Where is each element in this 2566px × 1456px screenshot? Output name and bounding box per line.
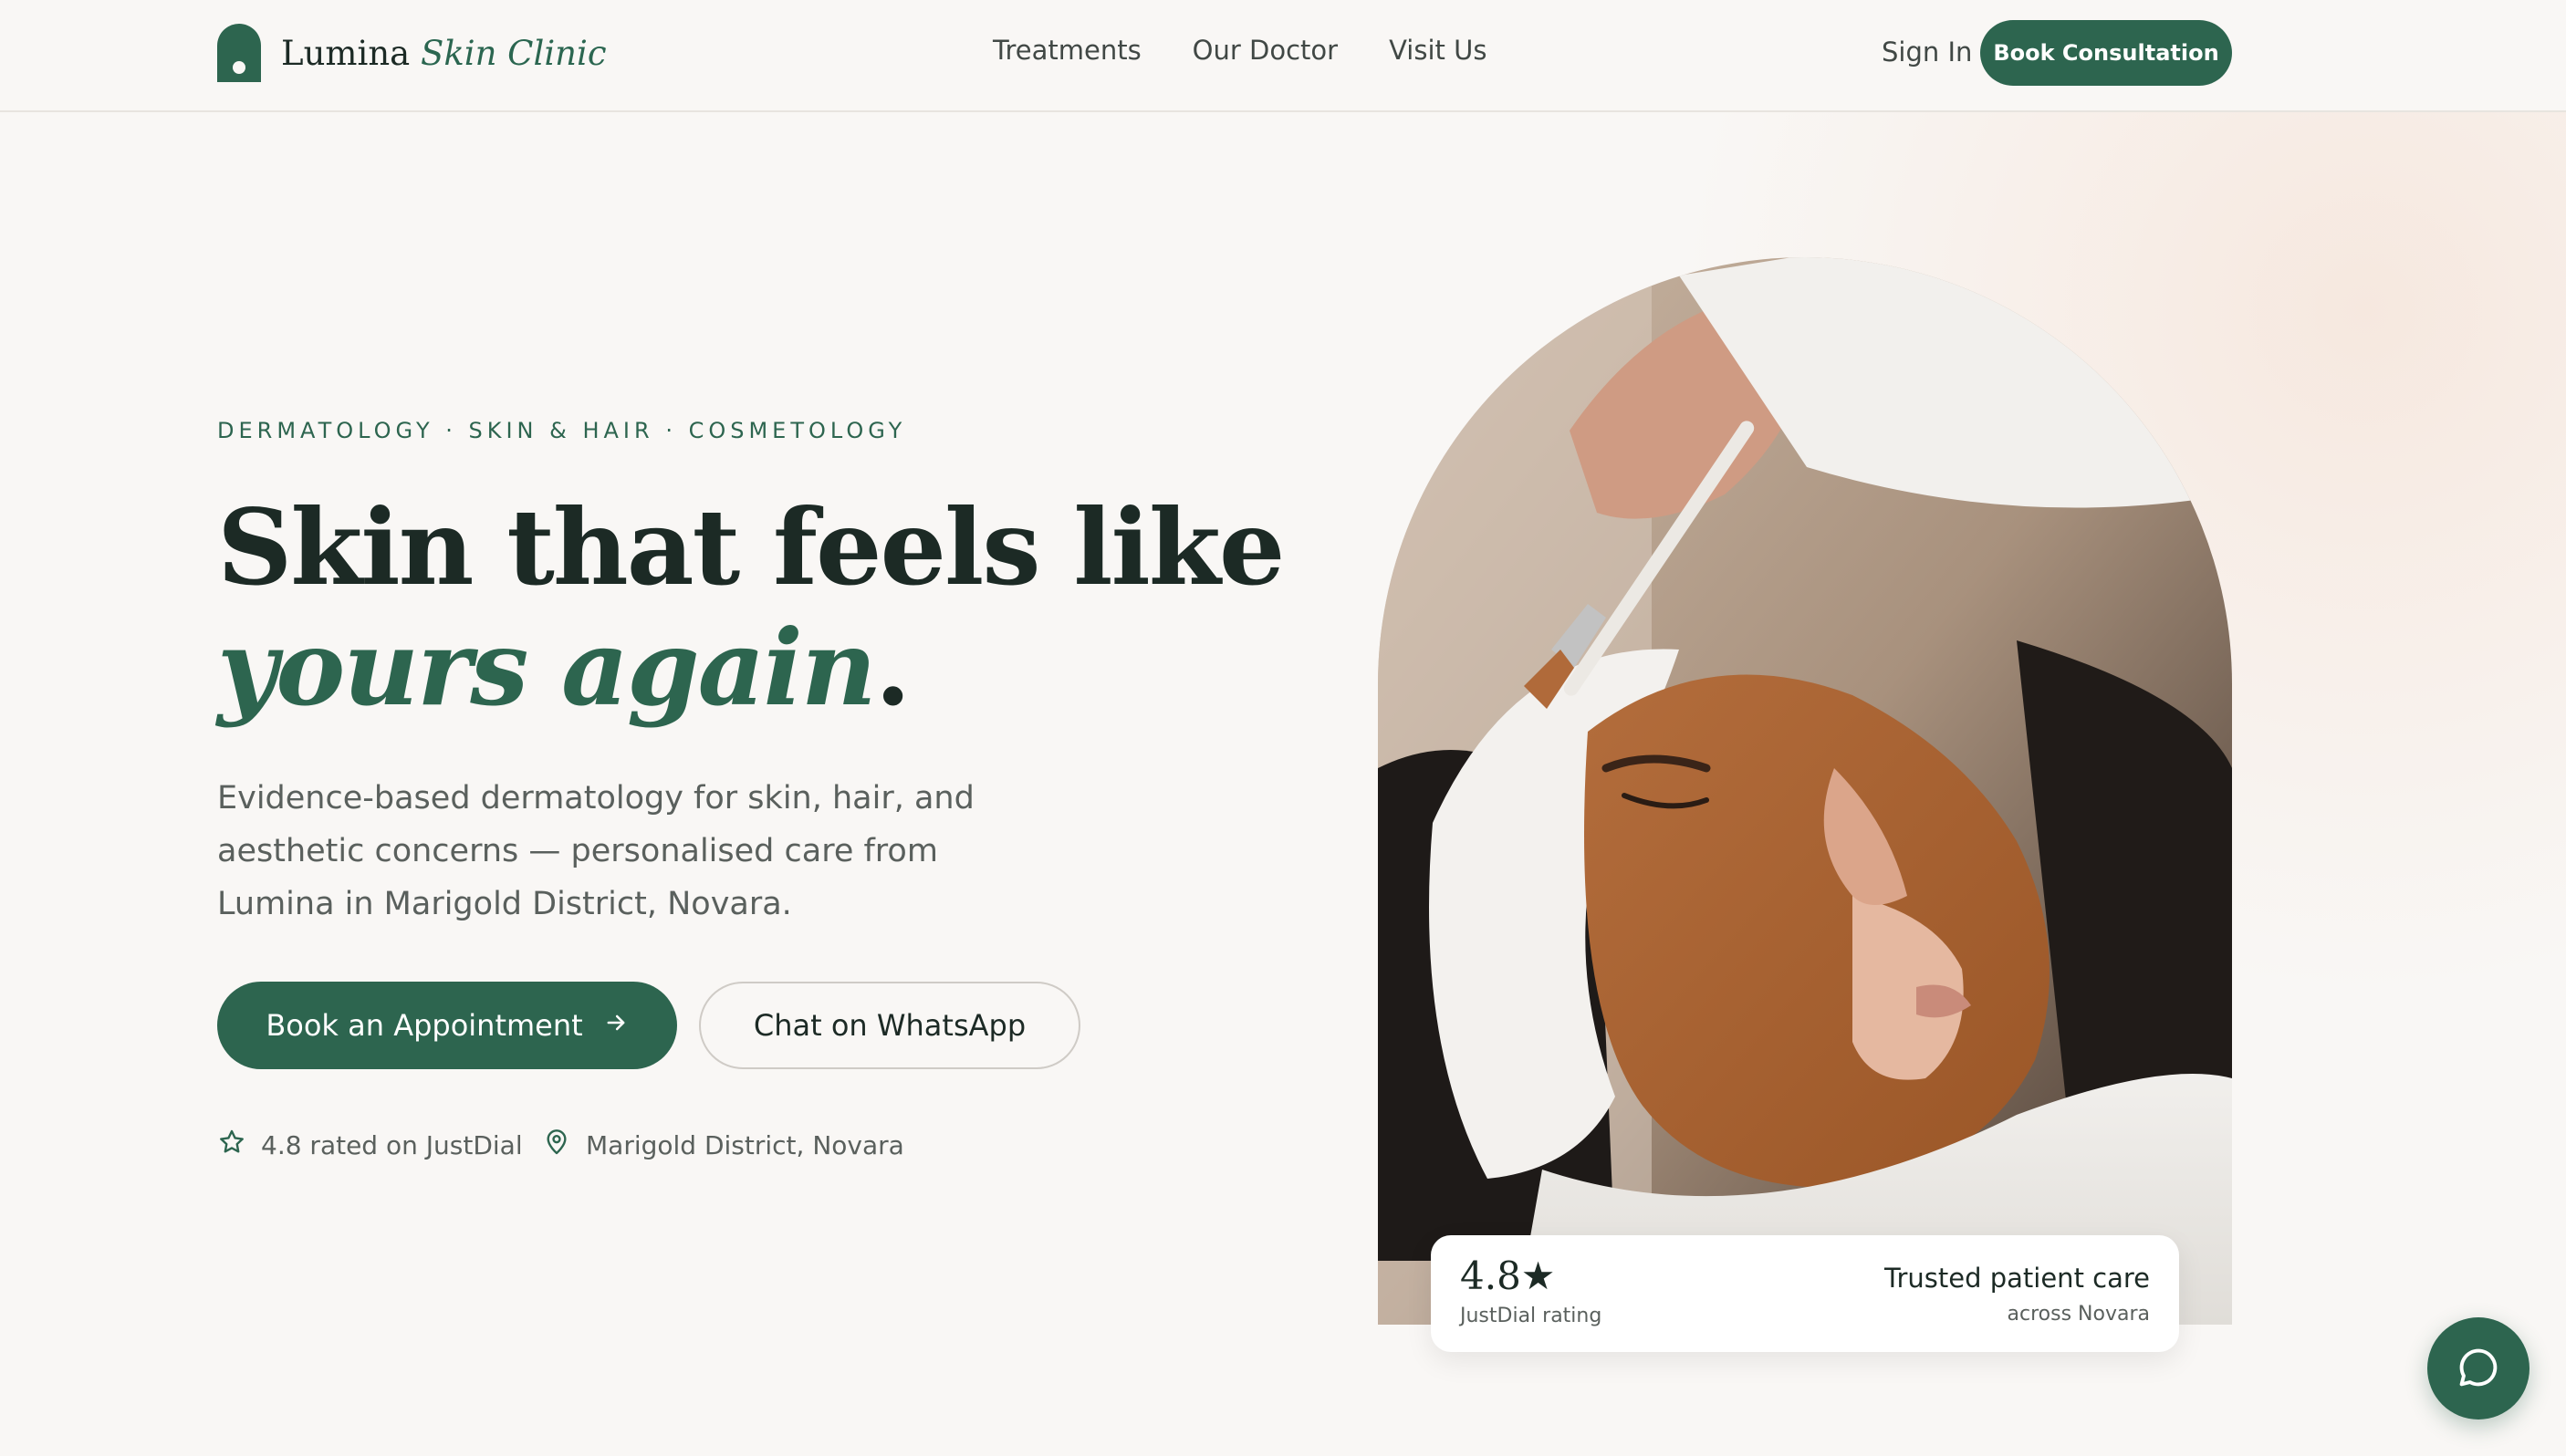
star-icon xyxy=(217,1128,246,1163)
headline-period: . xyxy=(874,607,912,729)
rating-meta-text: 4.8 rated on JustDial xyxy=(261,1130,523,1160)
hero-facial-treatment-image xyxy=(1378,257,2232,1325)
headline-line-1: Skin that feels like xyxy=(217,486,1285,608)
rating-card-score: 4.8★ xyxy=(1460,1253,1556,1298)
chat-bubble-icon xyxy=(2455,1344,2502,1394)
location-meta: Marigold District, Novara xyxy=(542,1128,904,1163)
headline-accent: yours again xyxy=(217,607,877,729)
nav-our-doctor[interactable]: Our Doctor xyxy=(1193,35,1338,66)
rating-meta: 4.8 rated on JustDial xyxy=(217,1128,523,1163)
brand-name-accent: Skin Clinic xyxy=(420,33,607,73)
book-appointment-label: Book an Appointment xyxy=(266,1008,583,1043)
arrow-right-icon xyxy=(603,1008,629,1043)
whatsapp-chat-button[interactable]: Chat on WhatsApp xyxy=(699,982,1080,1069)
hero-eyebrow: DERMATOLOGY · SKIN & HAIR · COSMETOLOGY xyxy=(217,418,907,443)
nav-visit-us[interactable]: Visit Us xyxy=(1389,35,1486,66)
site-header: Lumina Skin Clinic Treatments Our Doctor… xyxy=(0,0,2566,112)
map-pin-icon xyxy=(542,1128,571,1163)
sign-in-link[interactable]: Sign In xyxy=(1882,36,1972,68)
trust-subtitle: across Novara xyxy=(2007,1303,2150,1326)
arch-logo-icon xyxy=(217,24,261,82)
hero-subtext: Evidence-based dermatology for skin, hai… xyxy=(217,780,975,922)
book-consultation-button[interactable]: Book Consultation xyxy=(1980,20,2232,86)
rating-card-source: JustDial rating xyxy=(1460,1305,1602,1327)
hero-headline: Skin that feels like yours again. xyxy=(217,486,1285,729)
nav-treatments[interactable]: Treatments xyxy=(993,35,1142,66)
book-appointment-button[interactable]: Book an Appointment xyxy=(217,982,677,1069)
rating-card: 4.8★ JustDial rating Trusted patient car… xyxy=(1431,1235,2179,1352)
chat-launcher-button[interactable] xyxy=(2427,1317,2529,1420)
brand-name: Lumina Skin Clinic xyxy=(281,33,607,73)
location-meta-text: Marigold District, Novara xyxy=(586,1130,904,1160)
trust-title: Trusted patient care xyxy=(1884,1263,2150,1294)
brand-logo[interactable]: Lumina Skin Clinic xyxy=(217,24,607,82)
main-nav: Treatments Our Doctor Visit Us xyxy=(993,35,1486,66)
